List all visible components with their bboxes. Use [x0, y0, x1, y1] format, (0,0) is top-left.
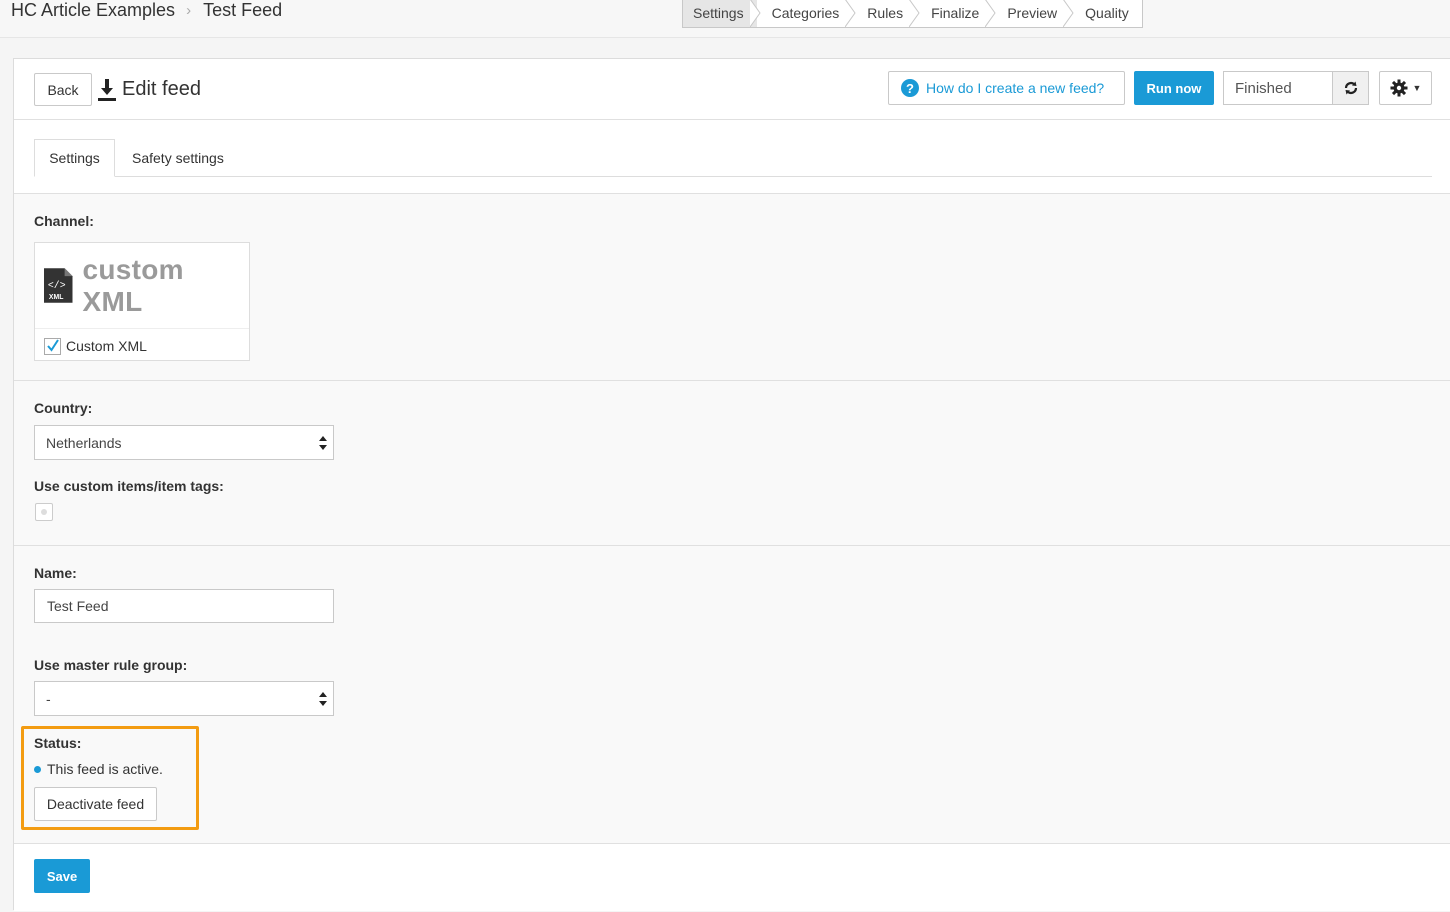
step-label: Categories: [771, 5, 840, 21]
download-icon: [98, 78, 116, 101]
svg-text:</>: </>: [48, 280, 66, 291]
channel-logo-text: custom XML: [82, 253, 184, 317]
save-section: Save: [14, 843, 1450, 911]
chevron-right-icon: ›: [186, 1, 192, 19]
step-preview[interactable]: Preview: [992, 0, 1074, 27]
page-title: Edit feed: [98, 73, 201, 106]
breadcrumb: HC Article Examples › Test Feed: [11, 0, 282, 20]
step-finalize[interactable]: Finalize: [916, 0, 996, 27]
country-select[interactable]: Netherlands: [34, 425, 334, 460]
xml-file-icon: </> XML: [44, 268, 73, 303]
custom-xml-logo: </> XML custom XML: [35, 243, 249, 329]
save-button[interactable]: Save: [34, 859, 90, 893]
step-label: Finalize: [931, 5, 980, 21]
step-label: Preview: [1007, 5, 1058, 21]
step-quality[interactable]: Quality: [1070, 0, 1142, 27]
status-line: This feed is active.: [34, 761, 163, 777]
select-arrows-icon: [319, 692, 327, 706]
custom-items-checkbox[interactable]: [35, 503, 53, 521]
name-label: Name:: [34, 565, 77, 581]
feed-status-value: Finished: [1235, 79, 1292, 97]
custom-items-label: Use custom items/item tags:: [34, 478, 224, 494]
back-button[interactable]: Back: [34, 73, 92, 106]
channel-checkbox-label: Custom XML: [66, 338, 147, 354]
country-section: Country: Netherlands Use custom items/it…: [14, 380, 1450, 545]
caret-down-icon: ▼: [1412, 83, 1422, 93]
status-label: Status:: [34, 735, 82, 751]
feed-status-field: Finished: [1223, 71, 1369, 105]
step-rules[interactable]: Rules: [852, 0, 920, 27]
svg-text:XML: XML: [49, 294, 63, 301]
channel-card[interactable]: </> XML custom XML Custom XML: [34, 242, 250, 361]
step-label: Rules: [867, 5, 904, 21]
step-label: Quality: [1085, 5, 1129, 21]
question-icon: ?: [901, 79, 919, 97]
help-label: How do I create a new feed?: [926, 80, 1105, 96]
status-text: This feed is active.: [47, 761, 163, 777]
feed-steps: Settings Categories Rules Finalize Previ…: [682, 0, 1143, 28]
channel-label: Channel:: [34, 213, 94, 229]
breadcrumb-account[interactable]: HC Article Examples: [11, 0, 175, 21]
channel-section: Channel: </> XML custom XML Custom XML: [14, 193, 1450, 380]
breadcrumb-current: Test Feed: [203, 0, 283, 20]
name-input[interactable]: [34, 589, 334, 623]
refresh-button[interactable]: [1332, 72, 1368, 104]
help-button[interactable]: ? How do I create a new feed?: [888, 71, 1125, 105]
gear-icon: [1390, 79, 1408, 97]
step-settings[interactable]: Settings: [683, 0, 761, 27]
edit-feed-panel: Back Edit feed ? How do I create a new f…: [13, 58, 1450, 911]
tab-safety-settings[interactable]: Safety settings: [132, 139, 224, 177]
general-section: Name: Use master rule group: - Status: T…: [14, 545, 1450, 843]
run-now-button[interactable]: Run now: [1134, 71, 1214, 105]
active-dot-icon: [34, 765, 41, 773]
panel-header: Back Edit feed ? How do I create a new f…: [14, 59, 1450, 120]
checkbox-checked[interactable]: [44, 337, 61, 355]
settings-tabs: Settings Safety settings: [34, 139, 1432, 177]
checkmark-icon: [46, 339, 59, 352]
master-rule-select[interactable]: -: [34, 681, 334, 716]
tab-settings[interactable]: Settings: [34, 139, 115, 177]
master-rule-select-value: -: [46, 690, 51, 707]
settings-dropdown-button[interactable]: ▼: [1379, 71, 1432, 105]
custom-xml-checkbox[interactable]: Custom XML: [44, 336, 147, 356]
refresh-icon: [1344, 81, 1357, 95]
deactivate-feed-button[interactable]: Deactivate feed: [34, 787, 157, 821]
country-label: Country:: [34, 400, 93, 416]
page-title-text: Edit feed: [122, 78, 201, 100]
step-label: Settings: [693, 5, 744, 21]
master-rule-label: Use master rule group:: [34, 657, 188, 673]
select-arrows-icon: [319, 436, 327, 450]
step-categories[interactable]: Categories: [756, 0, 856, 27]
country-select-value: Netherlands: [46, 434, 122, 451]
top-bar: HC Article Examples › Test Feed Settings…: [0, 0, 1450, 38]
